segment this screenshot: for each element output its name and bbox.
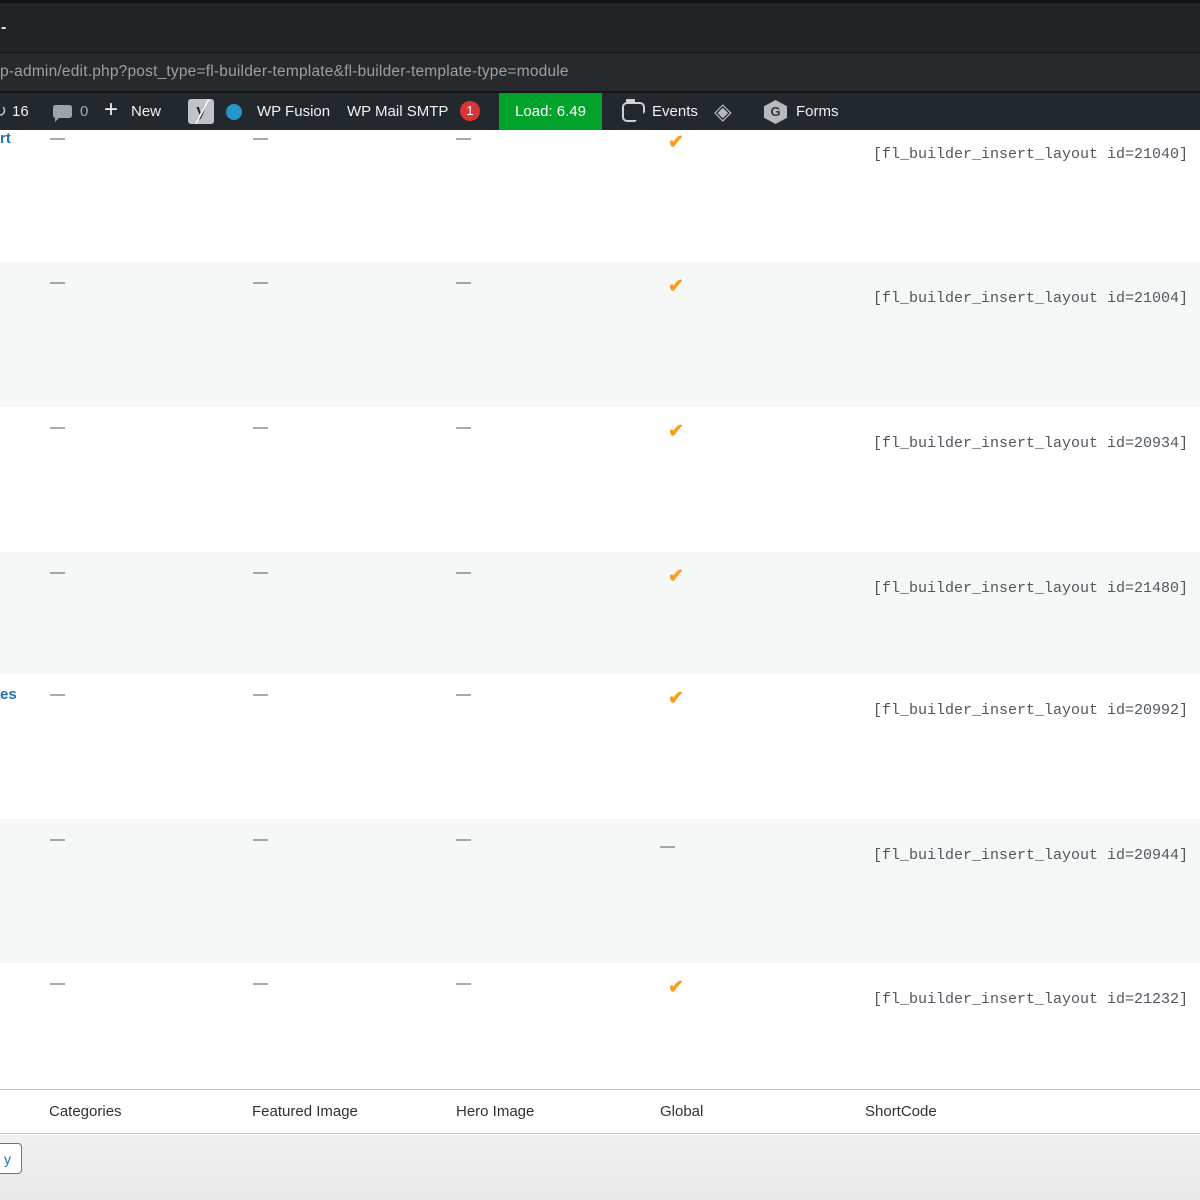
categories-cell: — <box>50 565 65 581</box>
admin-bar-forms[interactable]: Forms <box>796 93 839 130</box>
admin-bar-wp-fusion[interactable]: WP Fusion <box>257 93 330 130</box>
yoast-seo-icon[interactable]: y <box>188 99 214 124</box>
table-row: — — — ✔ [fl_builder_insert_layout id=209… <box>0 407 1200 552</box>
comments-icon[interactable] <box>53 105 72 118</box>
admin-bar-events[interactable]: Events <box>652 93 698 130</box>
featured-image-cell: — <box>253 687 268 703</box>
apply-button[interactable]: y <box>0 1143 22 1174</box>
featured-image-cell: — <box>253 420 268 436</box>
global-dash: — <box>660 839 675 855</box>
featured-image-cell: — <box>253 832 268 848</box>
global-check-icon: ✔ <box>668 978 684 998</box>
url-text[interactable]: p-admin/edit.php?post_type=fl-builder-te… <box>0 53 569 91</box>
diamond-plugin-icon[interactable]: ◈ <box>714 93 732 130</box>
browser-title-bar: - <box>0 0 1200 52</box>
footer-col-shortcode: ShortCode <box>865 1090 937 1133</box>
bottom-tablenav: y <box>0 1135 1200 1200</box>
hero-image-cell: — <box>456 687 471 703</box>
shortcode-cell: [fl_builder_insert_layout id=20992] <box>873 703 1188 719</box>
updates-count[interactable]: 16 <box>12 93 29 130</box>
wp-admin-bar: ↻ 16 0 + New y WP Fusion WP Mail SMTP 1 … <box>0 93 1200 130</box>
featured-image-cell: — <box>253 275 268 291</box>
global-check-icon: ✔ <box>668 422 684 442</box>
table-row: — — — ✔ [fl_builder_insert_layout id=210… <box>0 262 1200 407</box>
shortcode-cell: [fl_builder_insert_layout id=21480] <box>873 581 1188 597</box>
wp-fusion-status-icon[interactable] <box>226 104 242 120</box>
events-calendar-icon[interactable] <box>622 102 645 122</box>
footer-col-global: Global <box>660 1090 703 1133</box>
table-row: — — — ✔ [fl_builder_insert_layout id=214… <box>0 552 1200 674</box>
featured-image-cell: — <box>253 131 268 147</box>
categories-cell: — <box>50 687 65 703</box>
footer-col-hero-image: Hero Image <box>456 1090 534 1133</box>
footer-col-categories: Categories <box>49 1090 122 1133</box>
hero-image-cell: — <box>456 420 471 436</box>
server-load-badge[interactable]: Load: 6.49 <box>499 93 602 130</box>
table-row: — — — ✔ [fl_builder_insert_layout id=212… <box>0 963 1200 1089</box>
categories-cell: — <box>50 131 65 147</box>
categories-cell: — <box>50 976 65 992</box>
admin-bar-wp-mail-smtp[interactable]: WP Mail SMTP <box>347 93 448 130</box>
featured-image-cell: — <box>253 976 268 992</box>
categories-cell: — <box>50 420 65 436</box>
shortcode-cell: [fl_builder_insert_layout id=21232] <box>873 992 1188 1008</box>
hero-image-cell: — <box>456 832 471 848</box>
global-check-icon: ✔ <box>668 567 684 587</box>
hero-image-cell: — <box>456 976 471 992</box>
hero-image-cell: — <box>456 131 471 147</box>
admin-bar-new[interactable]: New <box>131 93 161 130</box>
table-row: rt — — — ✔ [fl_builder_insert_layout id=… <box>0 130 1200 262</box>
shortcode-cell: [fl_builder_insert_layout id=21004] <box>873 291 1188 307</box>
featured-image-cell: — <box>253 565 268 581</box>
footer-col-featured-image: Featured Image <box>252 1090 358 1133</box>
table-row: — — — — [fl_builder_insert_layout id=209… <box>0 819 1200 963</box>
shortcode-cell: [fl_builder_insert_layout id=20944] <box>873 848 1188 864</box>
table-footer-header-row: Categories Featured Image Hero Image Glo… <box>0 1089 1200 1134</box>
wp-mail-smtp-badge: 1 <box>460 101 480 121</box>
updates-icon[interactable]: ↻ <box>0 93 7 130</box>
tab-title-fragment: - <box>1 19 6 37</box>
global-check-icon: ✔ <box>668 133 684 153</box>
gravity-forms-icon[interactable]: G <box>764 100 787 124</box>
table-row: es — — — ✔ [fl_builder_insert_layout id=… <box>0 674 1200 819</box>
template-title-link[interactable]: rt <box>0 131 11 147</box>
global-check-icon: ✔ <box>668 277 684 297</box>
global-check-icon: ✔ <box>668 689 684 709</box>
shortcode-cell: [fl_builder_insert_layout id=20934] <box>873 436 1188 452</box>
plus-icon[interactable]: + <box>104 91 118 128</box>
categories-cell: — <box>50 275 65 291</box>
shortcode-cell: [fl_builder_insert_layout id=21040] <box>873 147 1188 163</box>
comments-count[interactable]: 0 <box>80 93 88 130</box>
template-title-link[interactable]: es <box>0 687 17 703</box>
hero-image-cell: — <box>456 565 471 581</box>
hero-image-cell: — <box>456 275 471 291</box>
templates-table: rt — — — ✔ [fl_builder_insert_layout id=… <box>0 130 1200 1089</box>
categories-cell: — <box>50 832 65 848</box>
browser-address-bar[interactable]: p-admin/edit.php?post_type=fl-builder-te… <box>0 52 1200 93</box>
